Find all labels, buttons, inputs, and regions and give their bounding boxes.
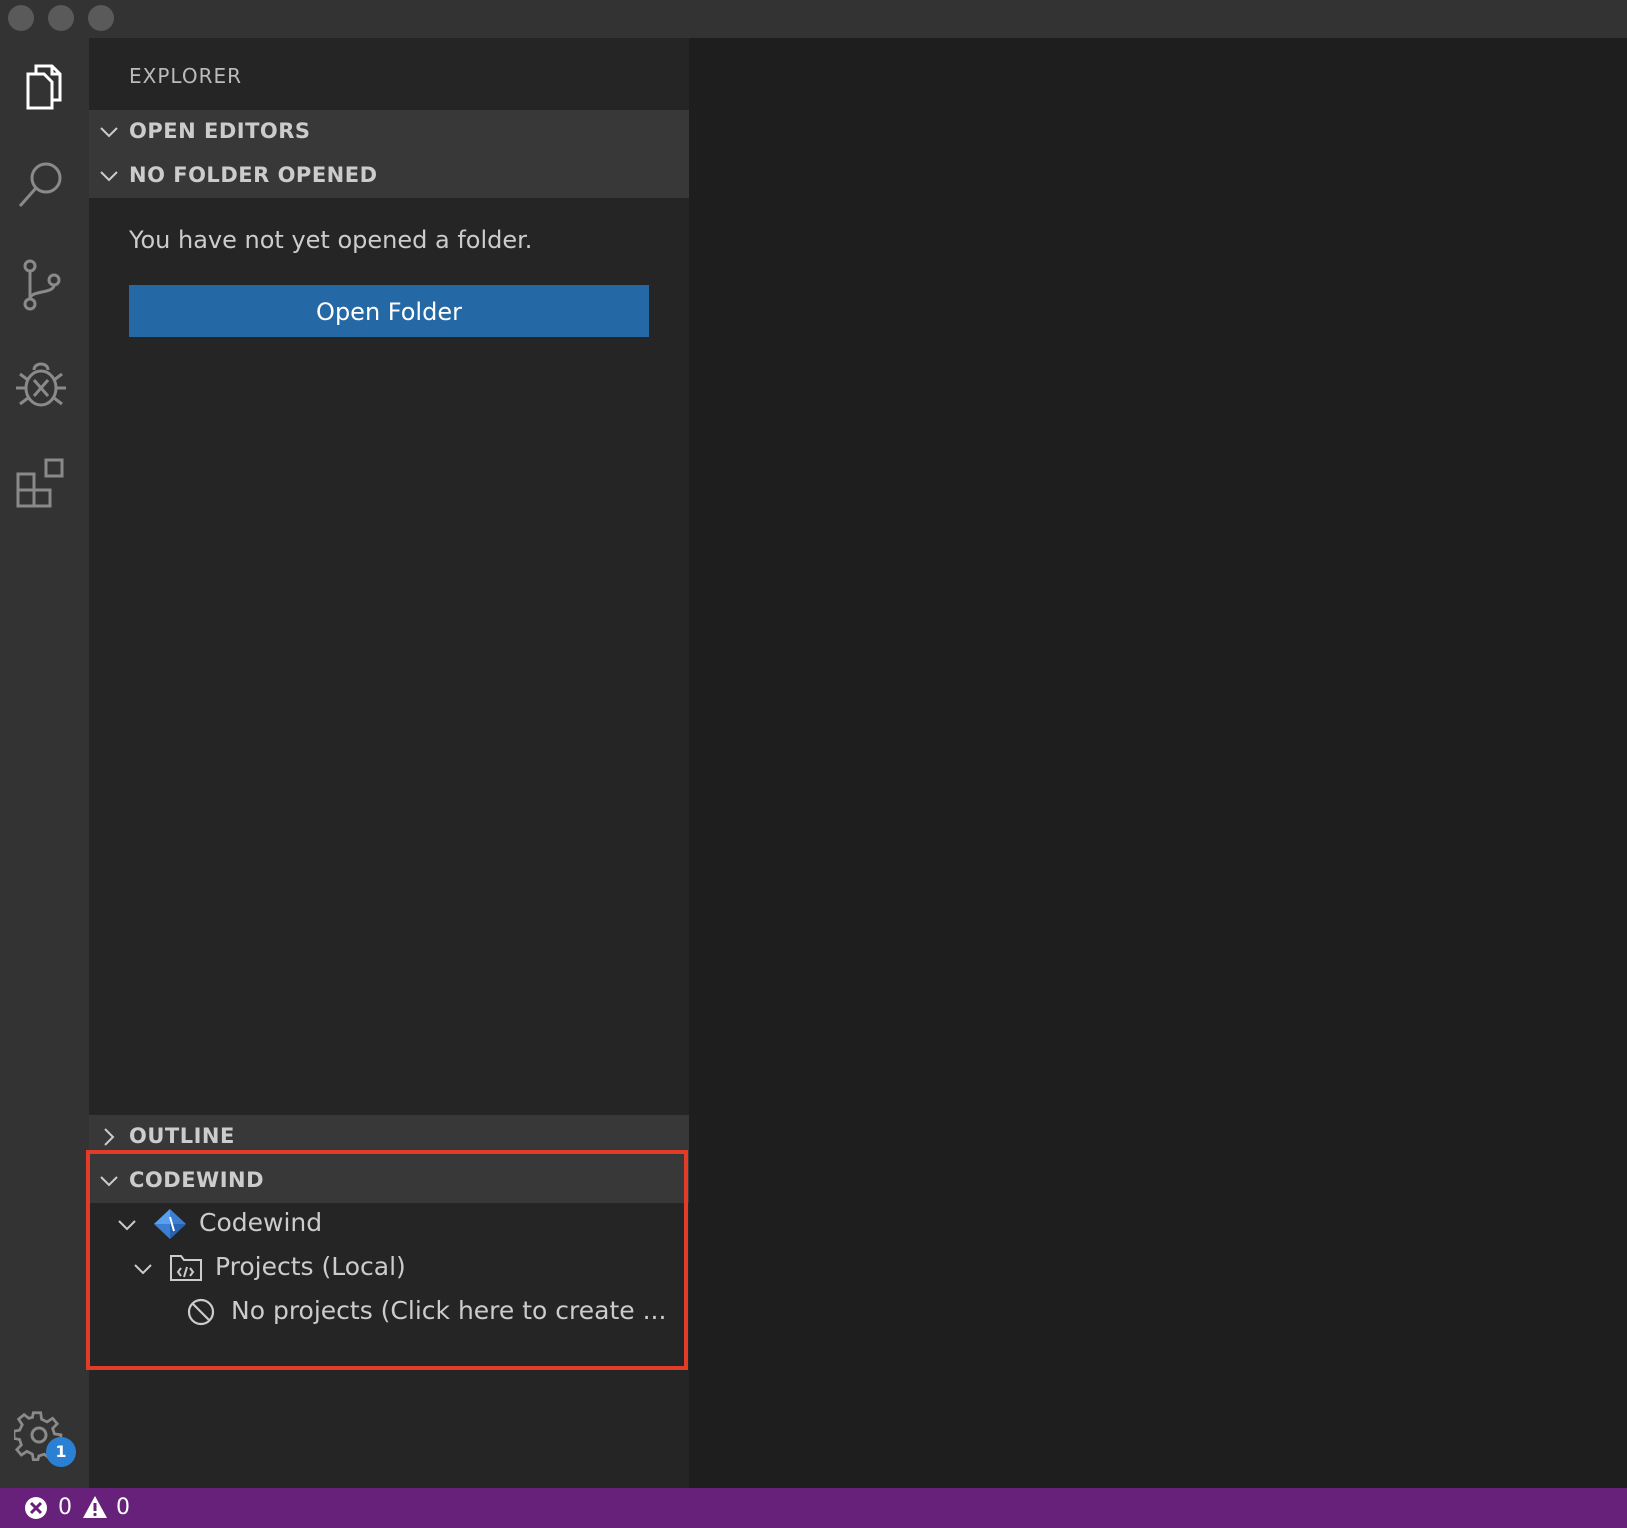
tree-item-label: No projects (Click here to create ... [231, 1296, 667, 1325]
chevron-down-icon [134, 1264, 152, 1275]
section-no-folder-opened[interactable]: NO FOLDER OPENED [89, 154, 689, 198]
settings-update-badge: 1 [46, 1437, 76, 1467]
activity-bar: 1 [0, 38, 89, 1488]
title-bar [0, 0, 1627, 38]
chevron-down-icon [118, 1220, 136, 1231]
codewind-logo-icon [154, 1209, 186, 1239]
explorer-sidebar: EXPLORER OPEN EDITORS NO FOLDER OPENED Y… [89, 38, 689, 1488]
error-icon [25, 1497, 47, 1519]
error-count: 0 [58, 1495, 72, 1520]
no-folder-message: You have not yet opened a folder. [129, 226, 533, 254]
section-codewind[interactable]: CODEWIND [89, 1159, 689, 1203]
prohibited-icon [187, 1298, 215, 1326]
files-icon[interactable] [14, 60, 68, 114]
search-icon[interactable] [14, 158, 68, 212]
section-label: CODEWIND [129, 1168, 265, 1192]
minimize-window-button[interactable] [48, 5, 74, 31]
problems-indicator[interactable]: 0 0 [24, 1495, 144, 1521]
section-open-editors[interactable]: OPEN EDITORS [89, 110, 689, 154]
status-bar: 0 0 [0, 1488, 1627, 1528]
maximize-window-button[interactable] [88, 5, 114, 31]
tree-item-label: Projects (Local) [215, 1252, 406, 1281]
section-label: OPEN EDITORS [129, 119, 311, 143]
open-folder-button[interactable]: Open Folder [129, 285, 649, 337]
tree-item-codewind[interactable]: Codewind [89, 1204, 689, 1244]
chevron-down-icon [100, 1176, 118, 1187]
tree-item-projects-local[interactable]: Projects (Local) [89, 1248, 689, 1288]
source-control-icon[interactable] [14, 258, 68, 312]
chevron-down-icon [100, 127, 118, 138]
tree-item-no-projects[interactable]: No projects (Click here to create ... [89, 1292, 689, 1332]
warning-icon [83, 1496, 107, 1518]
section-label: OUTLINE [129, 1124, 235, 1148]
code-folder-icon [170, 1255, 202, 1281]
chevron-down-icon [100, 171, 118, 182]
tree-item-label: Codewind [199, 1208, 323, 1237]
close-window-button[interactable] [8, 5, 34, 31]
chevron-right-icon [104, 1128, 115, 1146]
extensions-icon[interactable] [14, 456, 68, 510]
sidebar-title: EXPLORER [129, 64, 242, 88]
section-outline[interactable]: OUTLINE [89, 1115, 689, 1159]
warning-count: 0 [116, 1495, 130, 1520]
section-label: NO FOLDER OPENED [129, 163, 378, 187]
debug-icon[interactable] [14, 358, 68, 412]
editor-area[interactable] [689, 38, 1627, 1488]
